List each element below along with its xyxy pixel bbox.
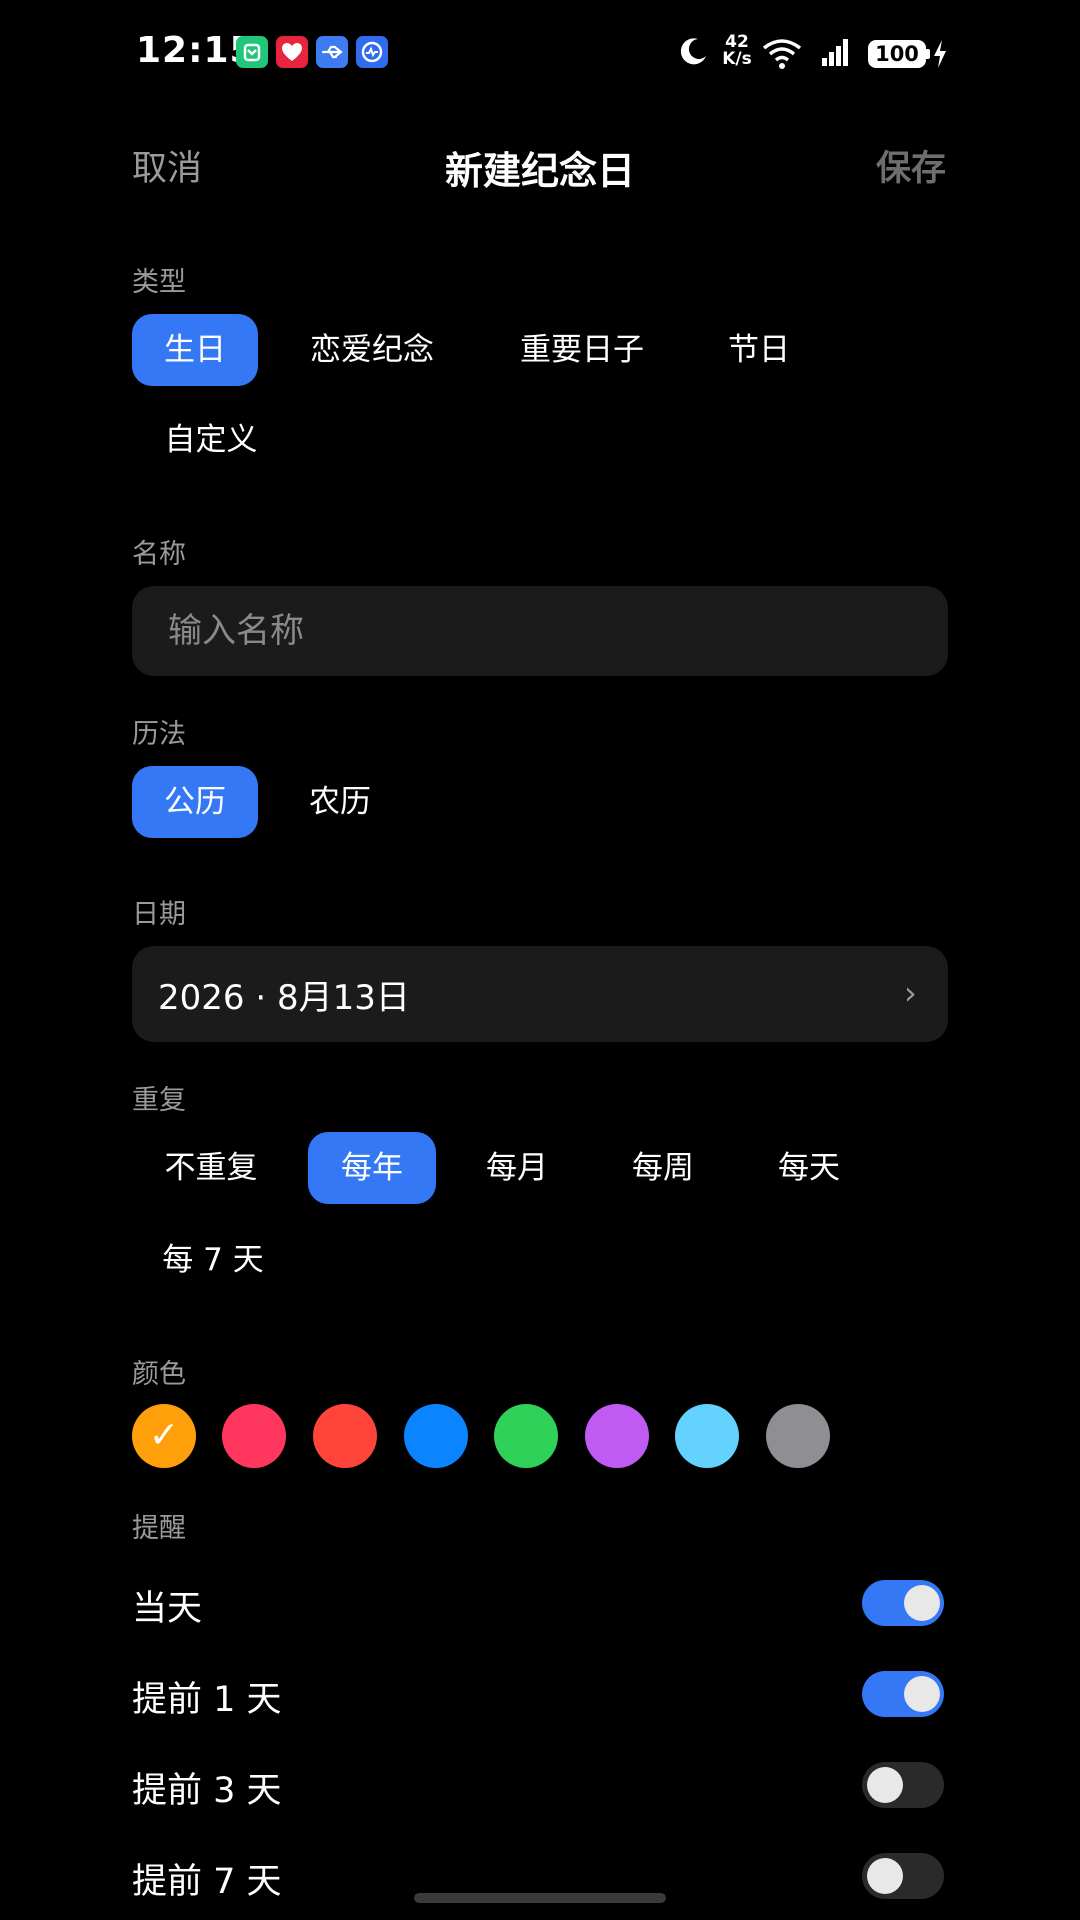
- cellular-signal-icon: [808, 36, 854, 72]
- repeat-chip-monthly[interactable]: 每月: [466, 1132, 568, 1204]
- battery-cap: [926, 49, 930, 59]
- reminder-section-label: 提醒: [132, 1513, 186, 1544]
- repeat-section-label: 重复: [132, 1085, 186, 1116]
- health-app-icon: [356, 36, 388, 68]
- date-value: 2026 · 8月13日: [158, 978, 410, 1018]
- reminder-label-7-days-before: 提前 7 天: [132, 1862, 282, 1902]
- color-swatch-pink[interactable]: [222, 1404, 286, 1468]
- network-speed-unit: K/s: [722, 49, 752, 69]
- repeat-chip-none[interactable]: 不重复: [148, 1132, 274, 1204]
- chevron-right-icon: ›: [904, 974, 917, 1012]
- type-chip-important-day[interactable]: 重要日子: [506, 314, 658, 386]
- reminder-toggle-same-day[interactable]: [862, 1580, 944, 1626]
- repeat-chip-every-7-days[interactable]: 每 7 天: [148, 1224, 278, 1296]
- type-section-label: 类型: [132, 267, 186, 298]
- toggle-knob: [867, 1858, 903, 1894]
- toggle-knob: [867, 1767, 903, 1803]
- new-anniversary-screen: 12:15 42 K/s 100 取消 新建纪念日 保存 类型 生日 恋爱纪念 …: [0, 0, 1080, 1920]
- save-button[interactable]: 保存: [876, 140, 946, 191]
- network-speed: 42 K/s: [722, 34, 752, 68]
- color-swatch-light-blue[interactable]: [675, 1404, 739, 1468]
- status-bar: 12:15 42 K/s 100: [0, 0, 1080, 104]
- usb-icon: [316, 36, 348, 68]
- date-section-label: 日期: [132, 899, 186, 930]
- wifi-icon: [760, 36, 804, 74]
- reminder-toggle-3-days-before[interactable]: [862, 1762, 944, 1808]
- repeat-chip-daily[interactable]: 每天: [758, 1132, 860, 1204]
- color-swatch-green[interactable]: [494, 1404, 558, 1468]
- color-swatch-purple[interactable]: [585, 1404, 649, 1468]
- color-swatch-gray[interactable]: [766, 1404, 830, 1468]
- color-section-label: 颜色: [132, 1359, 186, 1390]
- reminder-label-same-day: 当天: [132, 1589, 203, 1629]
- name-section-label: 名称: [132, 539, 186, 570]
- home-indicator[interactable]: [414, 1893, 666, 1903]
- type-chip-custom[interactable]: 自定义: [148, 404, 274, 476]
- heart-app-icon: [276, 36, 308, 68]
- charging-icon: [932, 38, 948, 74]
- name-input[interactable]: [168, 606, 928, 656]
- reminder-label-3-days-before: 提前 3 天: [132, 1771, 282, 1811]
- toggle-knob: [904, 1676, 940, 1712]
- mi-home-icon: [236, 36, 268, 68]
- moon-icon: [676, 34, 710, 72]
- repeat-chip-weekly[interactable]: 每周: [612, 1132, 714, 1204]
- type-chip-birthday[interactable]: 生日: [132, 314, 258, 386]
- type-chip-holiday[interactable]: 节日: [708, 314, 810, 386]
- calendar-chip-solar[interactable]: 公历: [132, 766, 258, 838]
- repeat-chip-yearly[interactable]: 每年: [308, 1132, 436, 1204]
- color-swatch-orange[interactable]: ✓: [132, 1404, 196, 1468]
- toggle-knob: [904, 1585, 940, 1621]
- checkmark-icon: ✓: [148, 1415, 180, 1456]
- calendar-chip-lunar[interactable]: 农历: [288, 766, 392, 838]
- battery-indicator: 100: [868, 40, 926, 68]
- calendar-section-label: 历法: [132, 719, 186, 750]
- color-swatch-blue[interactable]: [404, 1404, 468, 1468]
- reminder-toggle-7-days-before[interactable]: [862, 1853, 944, 1899]
- type-chip-love-anniversary[interactable]: 恋爱纪念: [296, 314, 448, 386]
- reminder-toggle-1-day-before[interactable]: [862, 1671, 944, 1717]
- color-swatch-red[interactable]: [313, 1404, 377, 1468]
- reminder-label-1-day-before: 提前 1 天: [132, 1680, 282, 1720]
